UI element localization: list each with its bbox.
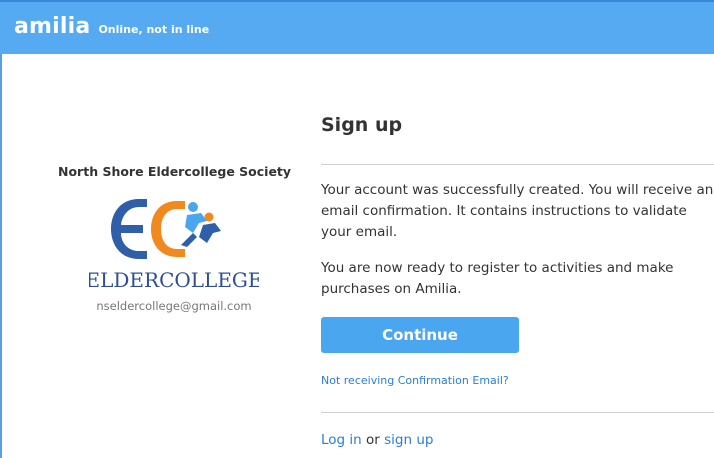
figure-head-1	[188, 202, 198, 212]
figure-head-2	[204, 212, 214, 222]
brand[interactable]: amilia Online, not in line	[14, 14, 209, 39]
success-message: Your account was successfully created. Y…	[321, 182, 714, 240]
divider-top	[321, 164, 714, 165]
no-confirmation-email-link[interactable]: Not receiving Confirmation Email?	[321, 374, 509, 387]
organization-email: nseldercollege@gmail.com	[96, 299, 252, 313]
logo-wordmark: ELDERCOLLEGE	[89, 268, 259, 292]
login-link[interactable]: Log in	[321, 432, 362, 448]
eldercollege-logo: ELDERCOLLEGE	[89, 199, 259, 292]
ready-message: You are now ready to register to activit…	[321, 260, 674, 297]
organization-name: North Shore Eldercollege Society	[58, 164, 292, 179]
brand-tagline: Online, not in line	[98, 23, 210, 36]
or-text: or	[366, 432, 380, 448]
figure-legs-1	[181, 233, 197, 247]
divider-bottom	[321, 412, 714, 413]
logo-c-shape	[151, 201, 185, 257]
top-bar: amilia Online, not in line	[0, 0, 714, 54]
figure-body-2	[199, 223, 221, 243]
signup-link[interactable]: sign up	[384, 432, 433, 448]
organization-card: North Shore Eldercollege Society ELDERCO…	[58, 164, 292, 313]
logo-e-shape	[111, 199, 147, 259]
login-row: Log in or sign up	[321, 432, 433, 448]
continue-button[interactable]: Continue	[321, 317, 519, 353]
amilia-logo[interactable]: amilia	[14, 14, 90, 39]
page-title: Sign up	[321, 114, 403, 136]
signup-panel: Sign up	[321, 110, 714, 136]
